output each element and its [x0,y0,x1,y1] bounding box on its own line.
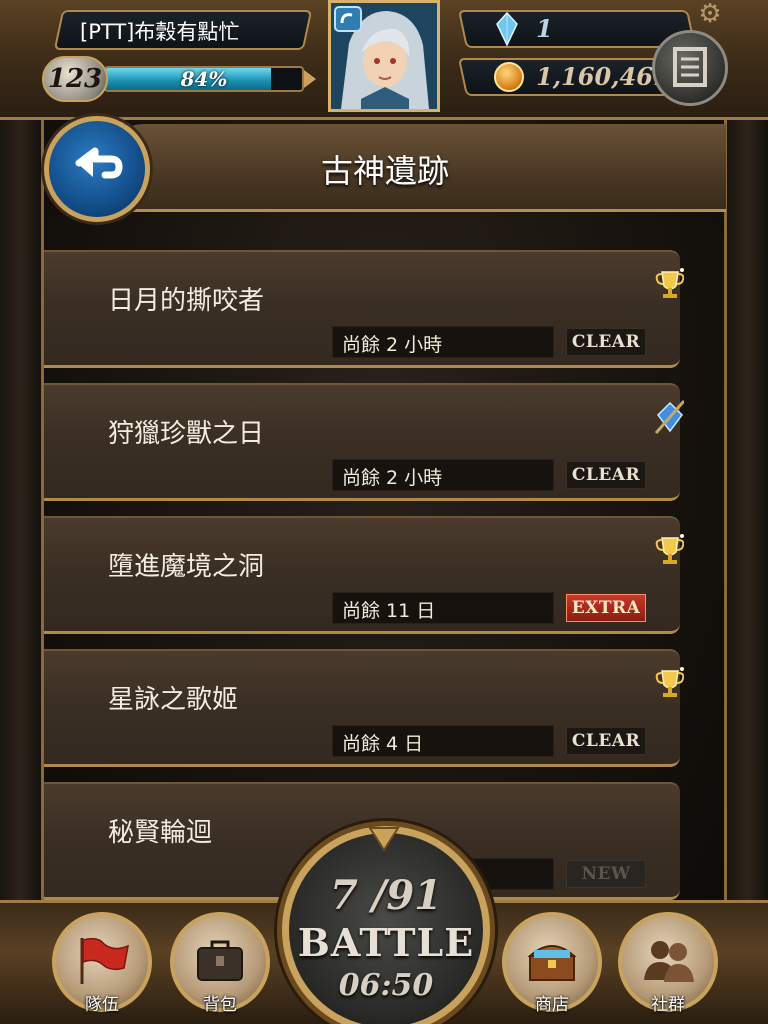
magic-stone-icon [496,12,518,46]
menu-button[interactable] [652,30,728,106]
leader-portrait[interactable] [328,0,440,112]
red-flag-icon [80,937,129,984]
stamina-count: 7 /91 [329,872,443,919]
player-level: 123 [47,64,103,94]
extra-badge: EXTRA [566,594,646,622]
trophy-icon [655,534,684,564]
stage-list: 日月的撕咬者 尚餘 2 小時 CLEAR 狩獵珍獸之日 尚餘 2 小時 CLEA… [44,230,684,910]
treasure-chest-icon [527,945,577,981]
trophy-icon [655,268,684,298]
team-label: 隊伍 [85,995,119,1015]
battle-ornament-icon [368,827,400,852]
stage-time-left: 尚餘 4 日 [342,733,424,755]
gear-icon: ⚙ [698,0,722,29]
friends-icon [644,941,694,982]
gem-count: 1 [536,14,553,43]
blue-gem-sword-icon [654,400,684,434]
back-arrow-icon [75,147,123,179]
bag-icon [197,940,243,981]
document-menu-icon [673,47,707,87]
clear-badge: CLEAR [566,727,646,755]
stage-name: 日月的撕咬者 [108,286,265,316]
exp-bar: 84% [104,66,304,92]
battle-label: BATTLE [297,920,475,965]
social-label: 社群 [651,995,685,1015]
stage-name: 墮進魔境之洞 [108,552,265,582]
new-badge: NEW [566,860,646,888]
stage-item[interactable]: 星詠之歌姬 尚餘 4 日 CLEAR [44,649,684,767]
clear-badge: CLEAR [566,461,646,489]
level-badge: 123 [42,56,108,102]
frame-left [0,0,44,1024]
stage-time-left: 尚餘 2 小時 [342,334,443,356]
stage-time-left: 尚餘 11 日 [342,600,436,622]
stage-item[interactable]: 日月的撕咬者 尚餘 2 小時 CLEAR [44,250,684,368]
stage-name: 狩獵珍獸之日 [108,419,265,449]
player-name: [PTT]布穀有點忙 [80,20,240,44]
stage-name: 秘賢輪迴 [108,818,213,848]
trophy-icon [655,667,684,697]
back-button[interactable] [44,116,150,222]
exp-percent: 84% [180,67,228,91]
frame-right [724,0,768,1024]
stamina-timer: 06:50 [338,968,434,1003]
coin-count: 1,160,461 [536,62,670,91]
clear-badge: CLEAR [566,328,646,356]
stage-item[interactable]: 墮進魔境之洞 尚餘 11 日 EXTRA [44,516,684,634]
bag-label: 背包 [203,995,237,1015]
stage-time-left: 尚餘 2 小時 [342,467,443,489]
stage-name: 星詠之歌姬 [108,685,239,715]
character-portrait-icon [331,3,437,109]
page-title: 古神遺跡 [320,152,449,190]
shop-label: 商店 [535,995,569,1015]
stage-item[interactable]: 狩獵珍獸之日 尚餘 2 小時 CLEAR [44,383,684,501]
exp-arrow-icon [304,70,316,88]
coin-icon [494,62,524,92]
